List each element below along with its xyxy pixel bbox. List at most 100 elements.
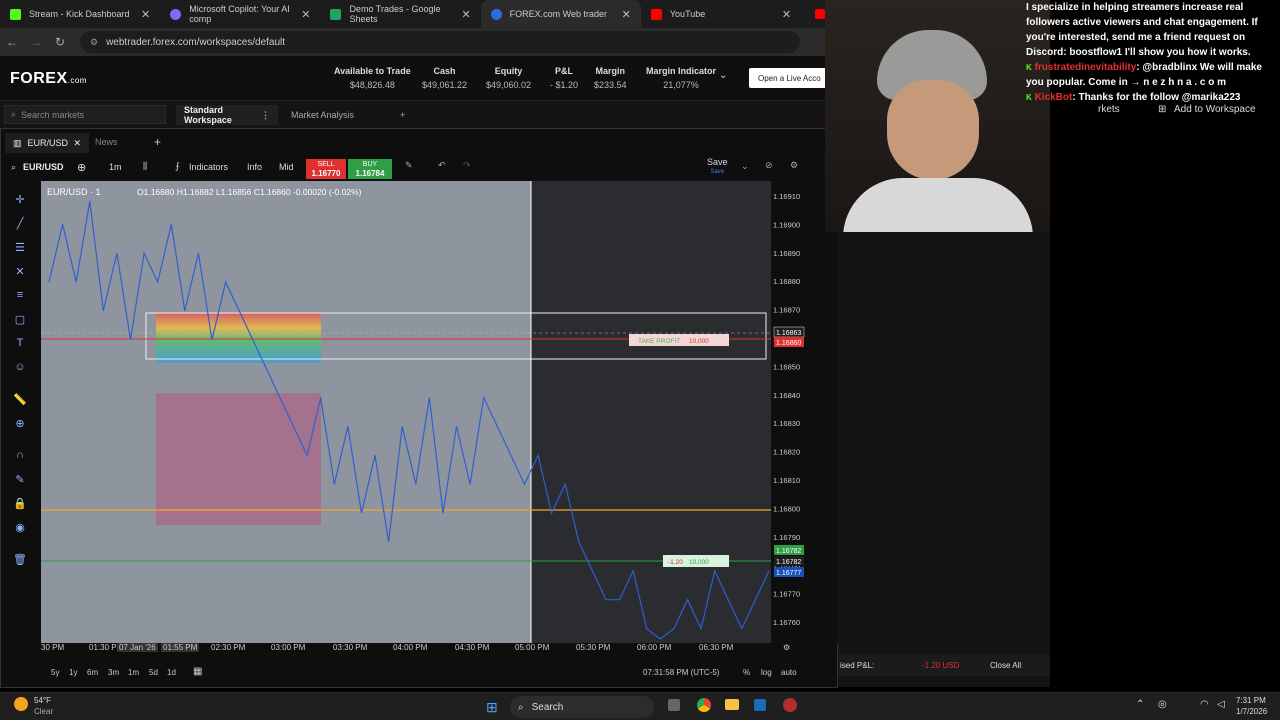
close-icon[interactable]: ✕: [461, 8, 470, 21]
calendar-icon[interactable]: ▦: [193, 666, 202, 677]
sell-button[interactable]: SELL 1.16770: [306, 159, 346, 179]
tab-news[interactable]: News: [95, 137, 118, 147]
emoji-icon[interactable]: ☺: [13, 361, 27, 375]
range-5y[interactable]: 5y: [51, 668, 59, 677]
rectangle-icon[interactable]: ▢: [13, 313, 27, 327]
app-icon[interactable]: [783, 698, 797, 712]
file-explorer-icon[interactable]: [725, 699, 739, 710]
weather-icon[interactable]: [14, 697, 28, 711]
tab-eurusd[interactable]: ▥ EUR/USD ✕: [5, 133, 89, 153]
text-icon[interactable]: T: [13, 337, 27, 351]
close-all-button[interactable]: Close All: [990, 661, 1021, 670]
price-chart[interactable]: EUR/USD · 1 O1.16880 H1.16882 L1.16856 C…: [41, 181, 841, 643]
youtube-favicon-icon[interactable]: [815, 9, 825, 19]
logo-suffix: .com: [67, 76, 87, 85]
face: [887, 80, 979, 180]
search-icon[interactable]: ⌕: [11, 162, 16, 173]
range-1m[interactable]: 1m: [128, 668, 139, 677]
trend-line-icon[interactable]: ╱: [13, 217, 27, 231]
crosshair-icon[interactable]: ⊘: [765, 160, 773, 171]
magnet-icon[interactable]: ∩: [13, 449, 27, 463]
buy-button[interactable]: BUY 1.16784: [348, 159, 392, 179]
undo-icon[interactable]: ↶: [438, 160, 446, 171]
tab-label: Market Analysis: [291, 110, 355, 120]
reload-icon[interactable]: ↻: [48, 35, 72, 49]
add-workspace-button[interactable]: +: [392, 105, 413, 125]
close-icon[interactable]: ✕: [782, 8, 791, 21]
take-profit-qty: 10,000: [689, 338, 709, 345]
y-tick-label: 1.16870: [773, 306, 800, 315]
redo-icon[interactable]: ↷: [463, 160, 471, 171]
browser-tab-forex[interactable]: FOREX.com Web trader ✕: [480, 0, 641, 28]
crosshair-cursor-icon[interactable]: ✛: [13, 193, 27, 207]
clock-time: 7:31 PM: [1236, 696, 1266, 705]
add-chart-tab-button[interactable]: +: [154, 135, 161, 149]
steam-icon[interactable]: [754, 699, 766, 711]
tab-market-analysis[interactable]: Market Analysis: [283, 105, 387, 125]
ruler-icon[interactable]: 📏: [13, 393, 27, 407]
trash-icon[interactable]: 🗑: [13, 553, 27, 567]
log-toggle[interactable]: log: [761, 668, 772, 677]
browser-tab-kick[interactable]: Stream - Kick Dashboard ✕: [0, 0, 160, 28]
add-symbol-icon[interactable]: ⊕: [77, 161, 86, 174]
windows-start-icon[interactable]: ⊞: [486, 699, 498, 716]
pattern-icon[interactable]: ✕: [13, 265, 27, 279]
auto-toggle[interactable]: auto: [781, 668, 797, 677]
price-tag-text: 1.16777: [776, 570, 801, 577]
back-arrow-icon[interactable]: ←: [0, 35, 24, 49]
more-icon[interactable]: ⋮: [261, 110, 270, 121]
task-view-icon[interactable]: [668, 699, 680, 711]
symbol-label[interactable]: EUR/USD: [23, 162, 64, 172]
settings-icon[interactable]: ⚙: [783, 643, 790, 652]
chrome-icon[interactable]: [697, 698, 711, 712]
close-icon[interactable]: ✕: [622, 8, 631, 21]
close-icon[interactable]: ✕: [301, 8, 310, 21]
range-3m[interactable]: 3m: [108, 668, 119, 677]
close-icon[interactable]: ✕: [73, 138, 81, 149]
range-1y[interactable]: 1y: [69, 668, 77, 677]
y-tick-label: 1.16900: [773, 220, 800, 229]
save-button[interactable]: Save Save: [707, 157, 728, 177]
draw-icon[interactable]: ✎: [405, 160, 413, 171]
y-tick-label: 1.16760: [773, 618, 800, 627]
browser-tab-sheets[interactable]: Demo Trades - Google Sheets ✕: [320, 0, 480, 28]
network-icon[interactable]: ◎: [1158, 699, 1167, 710]
chevron-down-icon[interactable]: ⌄: [741, 161, 749, 172]
open-live-account-button[interactable]: Open a Live Acco: [749, 68, 829, 88]
taskbar-search[interactable]: ⌕ Search: [510, 696, 654, 718]
percent-toggle[interactable]: %: [743, 668, 750, 677]
lock-icon[interactable]: 🔒: [13, 497, 27, 511]
add-to-workspace-button[interactable]: Add to Workspace: [1174, 104, 1256, 115]
short-position-box[interactable]: [156, 393, 321, 525]
zoom-icon[interactable]: ⊕: [13, 417, 27, 431]
url-field[interactable]: ⚙ webtrader.forex.com/workspaces/default: [80, 31, 800, 53]
range-1d[interactable]: 1d: [167, 668, 176, 677]
eye-icon[interactable]: ◉: [13, 521, 27, 535]
wifi-icon[interactable]: ◠: [1200, 699, 1209, 710]
range-5d[interactable]: 5d: [149, 668, 158, 677]
browser-tab-youtube[interactable]: YouTube ✕: [641, 0, 801, 28]
indicators-button[interactable]: Indicators: [189, 162, 228, 172]
fib-retracement-box[interactable]: [156, 313, 321, 363]
pencil-lock-icon[interactable]: ✎: [13, 473, 27, 487]
site-info-icon[interactable]: ⚙: [90, 37, 98, 48]
settings-icon[interactable]: ⚙: [790, 160, 798, 171]
browser-tab-copilot[interactable]: Microsoft Copilot: Your AI comp ✕: [160, 0, 320, 28]
close-icon[interactable]: ✕: [141, 8, 150, 21]
search-placeholder: Search markets: [21, 109, 85, 120]
chevron-down-icon[interactable]: ⌄: [719, 70, 727, 81]
tab-standard-workspace[interactable]: Standard Workspace ⋮: [176, 105, 278, 125]
info-button[interactable]: Info: [247, 162, 262, 172]
range-6m[interactable]: 6m: [87, 668, 98, 677]
y-tick-label: 1.16830: [773, 419, 800, 428]
interval-selector[interactable]: 1m: [109, 162, 122, 172]
fib-icon[interactable]: ≡: [13, 289, 27, 303]
chevron-up-icon[interactable]: ⌃: [1136, 699, 1144, 710]
mid-button[interactable]: Mid: [279, 162, 294, 172]
search-markets-input[interactable]: ⌕ Search markets: [4, 105, 166, 124]
forward-arrow-icon[interactable]: →: [24, 35, 48, 49]
volume-icon[interactable]: ◁: [1217, 699, 1225, 710]
horizontal-lines-icon[interactable]: ☰: [13, 241, 27, 255]
account-label: Cash: [433, 66, 456, 76]
candle-type-icon[interactable]: ⫼: [143, 161, 147, 172]
